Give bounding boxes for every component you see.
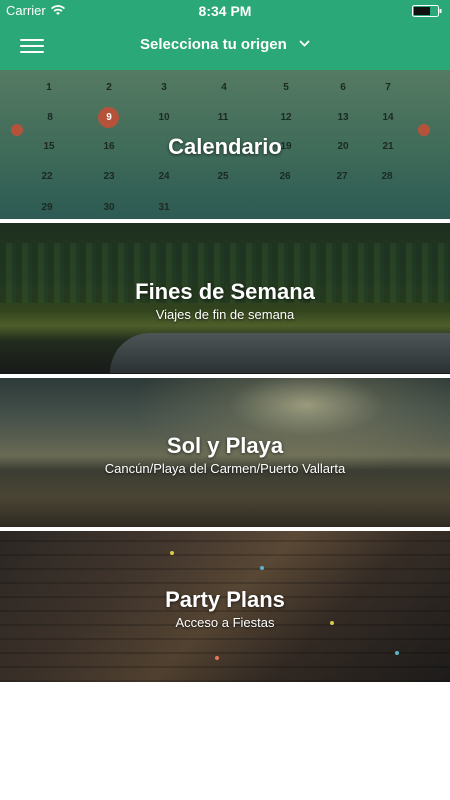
card-party-plans[interactable]: Party Plans Acceso a Fiestas — [0, 531, 450, 682]
calendar-day: 29 — [41, 202, 53, 213]
calendar-day: 28 — [381, 171, 393, 182]
calendar-day: 1 — [46, 82, 52, 93]
calendar-day: 6 — [340, 82, 346, 93]
calendar-day: 8 — [47, 112, 53, 123]
calendar-day: 23 — [103, 171, 115, 182]
battery-icon — [412, 5, 442, 17]
card-subtitle: Cancún/Playa del Carmen/Puerto Vallarta — [104, 461, 346, 476]
calendar-day: 27 — [336, 171, 348, 182]
calendar-day: 22 — [41, 171, 53, 182]
card-title: Sol y Playa — [166, 433, 284, 458]
calendar-day: 3 — [161, 82, 167, 93]
calendar-day: 5 — [283, 82, 289, 93]
calendar-day: 24 — [158, 171, 170, 182]
calendar-day: 10 — [158, 112, 170, 123]
calendar-day: 12 — [280, 112, 292, 123]
calendar-day: 11 — [217, 112, 229, 123]
calendar-day: 30 — [103, 202, 115, 213]
calendar-day: 4 — [221, 82, 227, 93]
status-time: 8:34 PM — [198, 3, 252, 19]
card-sol-y-playa[interactable]: Sol y Playa Cancún/Playa del Carmen/Puer… — [0, 378, 450, 527]
card-fines-de-semana[interactable]: Fines de Semana Viajes de fin de semana — [0, 223, 450, 374]
card-title: Calendario — [168, 134, 282, 159]
navigation-bar: Selecciona tu origen — [0, 22, 450, 70]
calendar-day: 25 — [217, 171, 229, 182]
calendar-day: 26 — [279, 171, 291, 182]
confetti — [215, 656, 219, 660]
calendar-day: 14 — [382, 112, 394, 123]
card-title: Fines de Semana — [135, 279, 315, 304]
card-subtitle: Viajes de fin de semana — [155, 307, 295, 322]
origin-selector[interactable]: Selecciona tu origen — [0, 36, 450, 53]
top-bar: Carrier 8:34 PM Selecciona tu origen — [0, 0, 450, 70]
confetti — [395, 651, 399, 655]
chevron-down-icon — [299, 40, 310, 47]
calendar-day: 9 — [106, 112, 112, 123]
calendar-day: 31 — [158, 202, 170, 213]
calendar-day: 2 — [106, 82, 112, 93]
confetti — [170, 551, 174, 555]
status-bar: Carrier 8:34 PM — [0, 0, 450, 22]
card-calendario[interactable]: 1 2 3 4 5 6 7 8 9 10 11 12 13 14 15 16 1… — [0, 70, 450, 219]
calendar-day: 13 — [337, 112, 349, 123]
background-car — [110, 333, 450, 373]
calendar-day: 7 — [385, 82, 391, 93]
origin-selector-label: Selecciona tu origen — [140, 36, 287, 53]
card-title: Party Plans — [165, 587, 285, 612]
card-subtitle: Acceso a Fiestas — [175, 615, 275, 630]
confetti — [260, 566, 264, 570]
